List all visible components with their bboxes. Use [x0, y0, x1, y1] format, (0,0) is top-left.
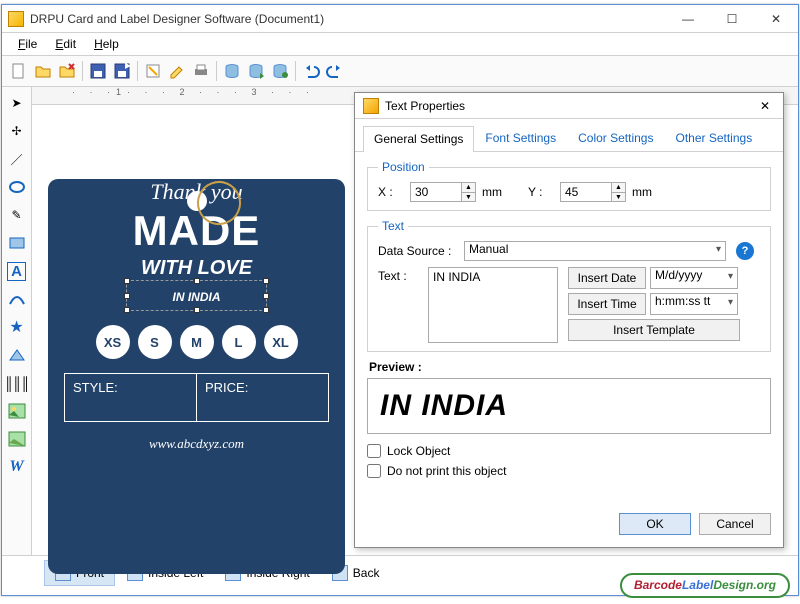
database-refresh-button[interactable]	[269, 60, 291, 82]
close-button[interactable]: ✕	[754, 5, 798, 33]
dialog-close-button[interactable]: ✕	[755, 96, 775, 116]
menu-help[interactable]: Help	[86, 35, 127, 53]
pencil-tool[interactable]: ✎	[5, 203, 29, 227]
help-icon[interactable]: ?	[736, 242, 754, 260]
spin-up-icon[interactable]: ▲	[462, 182, 476, 192]
database-export-button[interactable]	[245, 60, 267, 82]
insert-template-button[interactable]: Insert Template	[568, 319, 740, 341]
x-label: X :	[378, 185, 404, 199]
spin-up-icon[interactable]: ▲	[612, 182, 626, 192]
wordart-tool[interactable]: W	[5, 455, 29, 479]
titlebar: DRPU Card and Label Designer Software (D…	[2, 5, 798, 33]
text-group: Text Data Source : Manual ? Text : IN IN…	[367, 219, 771, 352]
datasource-label: Data Source :	[378, 244, 458, 258]
arc-tool[interactable]	[5, 287, 29, 311]
text-input[interactable]: IN INDIA	[428, 267, 558, 343]
svg-text:▸: ▸	[125, 62, 131, 72]
size-s[interactable]: S	[138, 325, 172, 359]
position-group: Position X : ▲▼ mm Y : ▲▼ mm	[367, 160, 771, 211]
text-made[interactable]: MADE	[48, 207, 345, 255]
app-icon	[8, 11, 24, 27]
wizard-button[interactable]	[142, 60, 164, 82]
dialog-title: Text Properties	[385, 99, 755, 113]
tab-color-settings[interactable]: Color Settings	[567, 125, 664, 151]
preview-label: Preview :	[369, 360, 771, 374]
image-tool[interactable]	[5, 399, 29, 423]
text-label: Text :	[378, 267, 418, 343]
pointer-tool[interactable]: ➤	[5, 91, 29, 115]
spin-down-icon[interactable]: ▼	[462, 192, 476, 202]
picture-tool[interactable]	[5, 427, 29, 451]
menubar: FFileile Edit Help	[2, 33, 798, 56]
line-tool[interactable]: ／	[5, 147, 29, 171]
y-label: Y :	[528, 185, 554, 199]
dialog-titlebar: Text Properties ✕	[355, 93, 783, 119]
close-doc-button[interactable]	[56, 60, 78, 82]
lock-object-checkbox[interactable]: Lock Object	[367, 444, 771, 458]
cancel-button[interactable]: Cancel	[699, 513, 771, 535]
label-design[interactable]: Thank you MADE WITH LOVE IN INDIA XS S M…	[48, 179, 345, 574]
new-button[interactable]	[8, 60, 30, 82]
text-properties-dialog: Text Properties ✕ General Settings Font …	[354, 92, 784, 548]
datasource-select[interactable]: Manual	[464, 241, 726, 261]
date-format-select[interactable]: M/d/yyyy	[650, 267, 738, 289]
selection-handles[interactable]	[126, 280, 267, 311]
dialog-icon	[363, 98, 379, 114]
tab-general-settings[interactable]: General Settings	[363, 126, 474, 152]
side-toolbar: ➤ ✢ ／ ✎ A ★ ║║║ W	[2, 87, 32, 555]
insert-date-button[interactable]: Insert Date	[568, 267, 646, 289]
dialog-tabs: General Settings Font Settings Color Set…	[355, 119, 783, 152]
text-inindia-selected[interactable]: IN INDIA	[48, 284, 345, 307]
star-tool[interactable]: ★	[5, 315, 29, 339]
price-box[interactable]: PRICE:	[197, 374, 328, 421]
info-boxes: STYLE: PRICE:	[64, 373, 329, 422]
noprint-checkbox[interactable]: Do not print this object	[367, 464, 771, 478]
toolbar: ▸	[2, 56, 798, 87]
menu-edit[interactable]: Edit	[47, 35, 84, 53]
text-withlove[interactable]: WITH LOVE	[48, 257, 345, 280]
barcode-tool[interactable]: ║║║	[5, 371, 29, 395]
minimize-button[interactable]: —	[666, 5, 710, 33]
size-l[interactable]: L	[222, 325, 256, 359]
footer-logo: BarcodeLabelDesign.org	[620, 573, 790, 598]
open-button[interactable]	[32, 60, 54, 82]
print-button[interactable]	[190, 60, 212, 82]
tab-other-settings[interactable]: Other Settings	[664, 125, 763, 151]
menu-file[interactable]: FFileile	[10, 35, 45, 53]
ellipse-tool[interactable]	[5, 175, 29, 199]
crosshair-tool[interactable]: ✢	[5, 119, 29, 143]
window-title: DRPU Card and Label Designer Software (D…	[30, 12, 666, 26]
save-as-button[interactable]: ▸	[111, 60, 133, 82]
x-input[interactable]: ▲▼	[410, 182, 476, 202]
spin-down-icon[interactable]: ▼	[612, 192, 626, 202]
insert-time-button[interactable]: Insert Time	[568, 293, 646, 315]
save-button[interactable]	[87, 60, 109, 82]
ok-button[interactable]: OK	[619, 513, 691, 535]
edit-button[interactable]	[166, 60, 188, 82]
size-xs[interactable]: XS	[96, 325, 130, 359]
undo-button[interactable]	[300, 60, 322, 82]
tab-font-settings[interactable]: Font Settings	[474, 125, 567, 151]
y-input[interactable]: ▲▼	[560, 182, 626, 202]
redo-button[interactable]	[324, 60, 346, 82]
size-row: XS S M L XL	[48, 325, 345, 359]
style-box[interactable]: STYLE:	[65, 374, 197, 421]
text-url[interactable]: www.abcdxyz.com	[48, 436, 345, 452]
database-button[interactable]	[221, 60, 243, 82]
maximize-button[interactable]: ☐	[710, 5, 754, 33]
triangle-tool[interactable]	[5, 343, 29, 367]
preview-box: IN INDIA	[367, 378, 771, 434]
text-tool[interactable]: A	[5, 259, 29, 283]
size-m[interactable]: M	[180, 325, 214, 359]
rectangle-tool[interactable]	[5, 231, 29, 255]
size-xl[interactable]: XL	[264, 325, 298, 359]
time-format-select[interactable]: h:mm:ss tt	[650, 293, 738, 315]
